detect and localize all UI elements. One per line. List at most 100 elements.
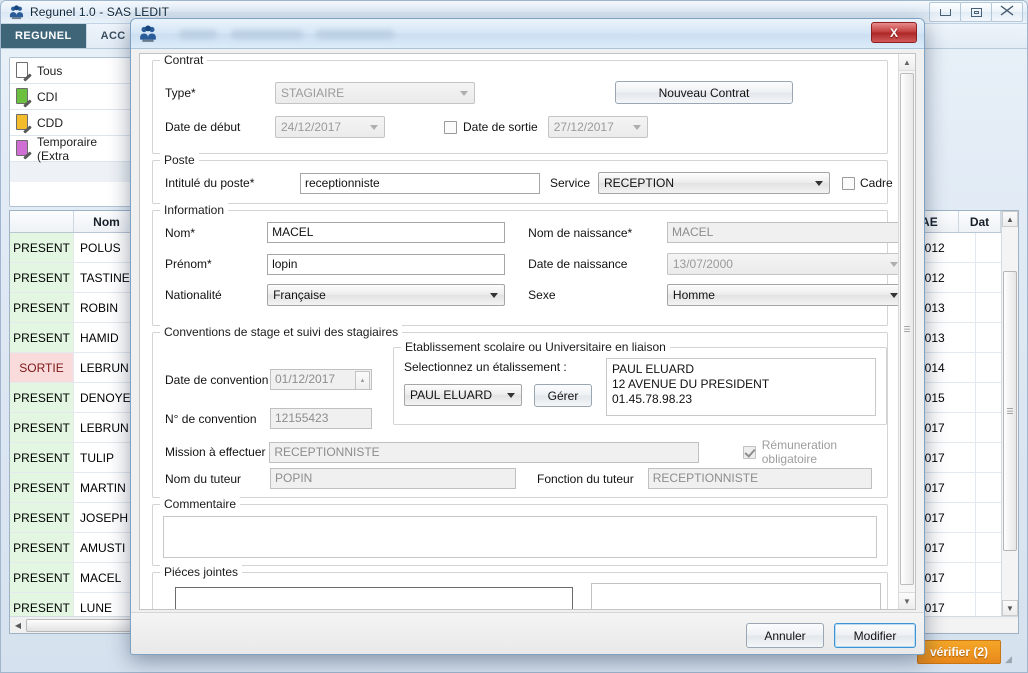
grid-header-status[interactable] (10, 211, 74, 232)
cadre-checkbox[interactable] (842, 176, 856, 190)
cell-status: PRESENT (10, 503, 74, 532)
spinner-up-icon: ▲ (355, 371, 370, 389)
job-title-input[interactable]: receptionniste (300, 172, 540, 194)
minimize-button[interactable] (929, 2, 961, 22)
exit-date-label: Date de sortie (463, 120, 538, 134)
tutor-name-label: Nom du tuteur (165, 471, 242, 486)
cadre-label: Cadre (860, 176, 893, 190)
dialog-scroll-thumb[interactable]: ☰ (900, 73, 914, 585)
commentaire-textarea[interactable] (163, 516, 877, 558)
status-badge[interactable]: vérifier (2) (916, 640, 1001, 664)
nationality-label: Nationalité (165, 288, 222, 302)
birth-date-label: Date de naissance (528, 257, 628, 271)
contract-filter-panel: Tous CDI CDD Temporaire (Extra (9, 57, 133, 207)
nationality-value: Française (273, 288, 326, 302)
filter-label: Temporaire (Extra (37, 134, 98, 163)
birth-name-input[interactable]: MACEL (666, 222, 905, 243)
group-conventions: Conventions de stage et suivi des stagia… (152, 325, 888, 498)
cell-status: PRESENT (10, 383, 74, 412)
cell-status: PRESENT (10, 533, 74, 562)
school-address-line1: PAUL ELUARD (612, 362, 695, 376)
school-select-label: Selectionnez un étalissement : (404, 360, 567, 374)
birth-date-field[interactable]: 13/07/2000 (666, 253, 905, 275)
filter-item-cdi[interactable]: CDI (10, 84, 132, 110)
scroll-left-icon[interactable]: ◀ (10, 621, 26, 630)
prenom-label: Prénom* (165, 257, 212, 271)
cell-status: PRESENT (10, 293, 74, 322)
tab-regunel[interactable]: REGUNEL (1, 24, 87, 48)
group-information: Information Nom* MACEL Nom de naissance*… (152, 203, 906, 326)
tutor-name-input[interactable]: POPIN (270, 468, 516, 489)
chevron-down-icon (890, 262, 898, 267)
maximize-icon (970, 7, 982, 17)
birth-date-value: 13/07/2000 (672, 257, 733, 271)
attachments-list[interactable] (175, 587, 573, 609)
school-combobox[interactable]: PAUL ELUARD (404, 384, 522, 406)
filter-item-temporaire[interactable]: Temporaire (Extra (10, 134, 132, 163)
cell-status: PRESENT (10, 263, 74, 292)
filter-item-cdd[interactable]: CDD (10, 110, 132, 136)
document-icon (16, 114, 32, 134)
grid-vertical-scrollbar[interactable]: ▲ ☰ ▼ (1001, 211, 1018, 616)
attachments-preview[interactable] (591, 583, 881, 609)
tab-acc-label: ACC (100, 30, 126, 42)
group-school: Etablissement scolaire ou Universitaire … (393, 340, 887, 425)
minimize-icon (939, 8, 951, 16)
cell-status: PRESENT (10, 233, 74, 262)
mission-input[interactable]: RECEPTIONNISTE (269, 441, 699, 463)
filter-item-tous[interactable]: Tous (10, 58, 132, 84)
scroll-up-icon[interactable]: ▲ (1002, 211, 1018, 227)
dialog-footer: Annuler Modifier (131, 612, 924, 654)
date-spinner[interactable]: ▲▼ (355, 371, 370, 389)
chevron-down-icon (815, 181, 824, 186)
sex-combobox[interactable]: Homme (666, 284, 906, 306)
group-contrat: Contrat Type* STAGIAIRE Nouveau Contrat … (152, 54, 888, 154)
type-combobox[interactable]: STAGIAIRE (275, 81, 475, 104)
grid-scroll-thumb[interactable]: ☰ (1003, 271, 1017, 551)
new-contract-button[interactable]: Nouveau Contrat (615, 81, 793, 104)
close-button[interactable] (991, 2, 1023, 22)
tutor-function-input[interactable]: RECEPTIONNISTE (647, 468, 872, 489)
group-contrat-label: Contrat (160, 54, 208, 67)
maximize-button[interactable] (960, 2, 992, 22)
start-date-field[interactable]: 24/12/2017 (275, 116, 385, 138)
filter-label: CDI (37, 89, 58, 104)
dialog-scroll-content: Contrat Type* STAGIAIRE Nouveau Contrat … (140, 54, 906, 609)
cell-status: SORTIE (10, 353, 74, 382)
dialog-scroll-down-icon[interactable]: ▼ (899, 592, 915, 609)
app-title: Regunel 1.0 - SAS LEDIT (30, 5, 170, 19)
dialog-vertical-scrollbar[interactable]: ▲ ☰ ▼ (898, 54, 915, 609)
prenom-input[interactable]: lopin (267, 253, 506, 275)
nationality-combobox[interactable]: Française (267, 284, 506, 306)
sex-value: Homme (672, 288, 715, 302)
dialog-close-button[interactable]: X (871, 22, 917, 43)
grid-header-dat[interactable]: Dat (959, 211, 1001, 232)
cancel-button-label: Annuler (764, 628, 806, 643)
job-title-label: Intitulé du poste* (165, 176, 255, 190)
chevron-down-icon (507, 393, 515, 398)
group-commentaire-label: Commentaire (160, 497, 241, 511)
exit-date-field[interactable]: 27/12/2017 (547, 116, 648, 138)
remuneration-checkbox[interactable] (742, 445, 756, 459)
sex-label: Sexe (528, 288, 556, 302)
type-label: Type* (165, 85, 196, 100)
dialog-title-blurred-1 (179, 30, 217, 39)
filter-label: Tous (37, 63, 63, 78)
nom-input[interactable]: MACEL (267, 222, 506, 243)
resize-grip-icon[interactable]: ◢ (1005, 654, 1017, 666)
chevron-down-icon (490, 293, 499, 298)
dialog-scroll-up-icon[interactable]: ▲ (899, 54, 915, 71)
service-combobox[interactable]: RECEPTION (598, 172, 831, 194)
app-people-icon (9, 5, 24, 20)
group-commentaire: Commentaire (152, 497, 888, 566)
exit-date-checkbox[interactable] (444, 120, 457, 134)
document-icon (16, 140, 32, 160)
convention-date-field[interactable]: 01/12/2017 ▲▼ (270, 369, 372, 390)
start-date-label: Date de début (165, 120, 241, 134)
cancel-button[interactable]: Annuler (746, 623, 824, 648)
scroll-down-icon[interactable]: ▼ (1002, 600, 1018, 616)
manage-schools-button[interactable]: Gérer (534, 384, 592, 407)
submit-button[interactable]: Modifier (834, 623, 916, 648)
convention-number-input[interactable]: 12155423 (270, 408, 372, 429)
group-conventions-label: Conventions de stage et suivi des stagia… (160, 325, 403, 339)
